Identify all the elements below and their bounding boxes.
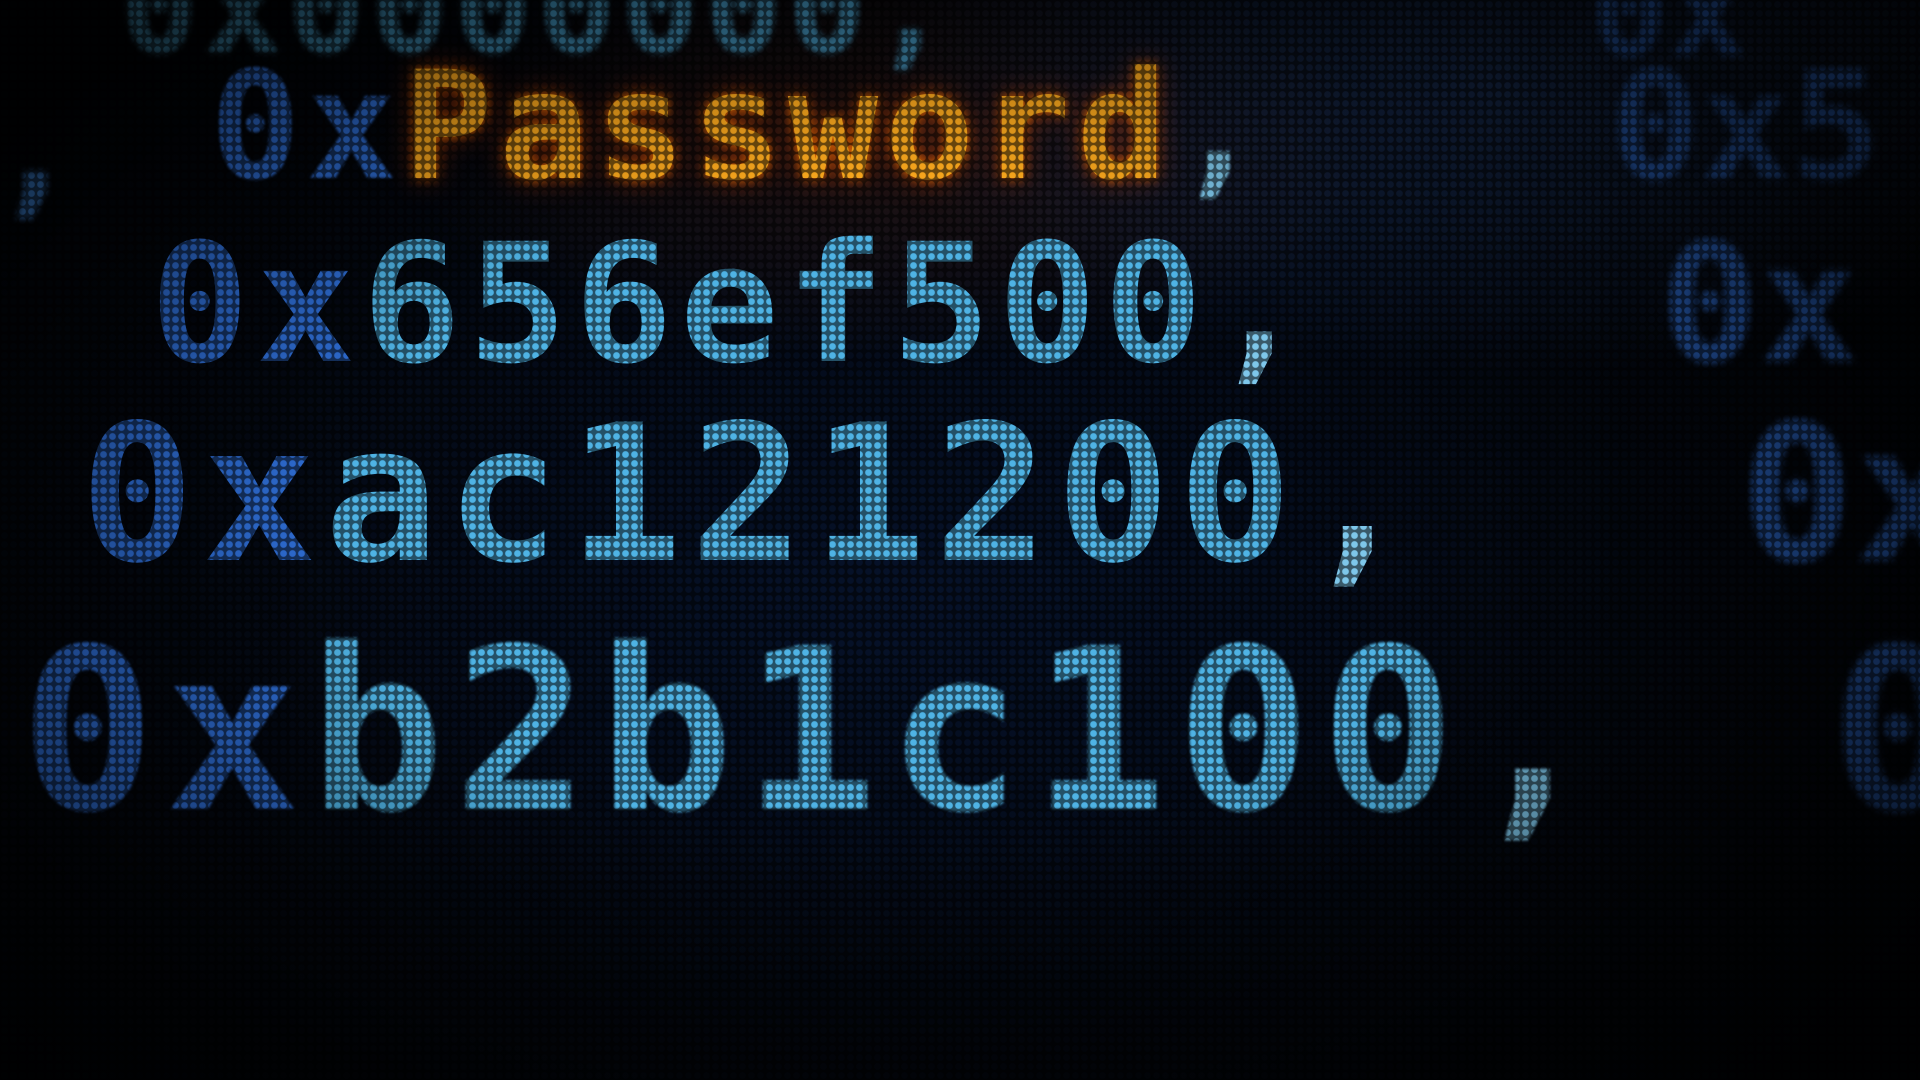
hex-row-3: 0xb2b1c100, [20,620,1609,845]
password-word: Password [402,40,1174,214]
right-column-fragment-3: 0x [1740,384,1920,605]
hex-row-3-value: b2b1c100 [308,601,1465,863]
hex-row-1-value: 656ef500 [361,208,1210,400]
hex-row-1-prefix: 0x [150,208,362,400]
right-column-fragment-2: 0x [1660,208,1859,400]
hex-row-2-comma: , [1299,384,1422,605]
password-comma: , [1173,40,1270,214]
hex-row-1-comma: , [1209,208,1316,400]
hex-row-3-comma: , [1464,601,1610,863]
hex-row-1: 0x656ef500, [150,222,1315,387]
hex-row-2: 0xac121200, [80,400,1422,590]
led-screen: , 0x0000000, 0xPassword, 0x656ef500, 0xa… [0,0,1920,1080]
left-edge-comma: , [0,60,80,234]
right-column-fragment-1: 0x5 [1610,40,1881,214]
right-column-fragment-4: 0 [1830,601,1920,863]
password-row: 0xPassword, [210,52,1269,202]
hex-row-3-prefix: 0x [20,601,309,863]
hex-row-2-prefix: 0x [80,384,324,605]
hex-row-2-value: ac121200 [323,384,1300,605]
password-prefix: 0x [210,40,403,214]
